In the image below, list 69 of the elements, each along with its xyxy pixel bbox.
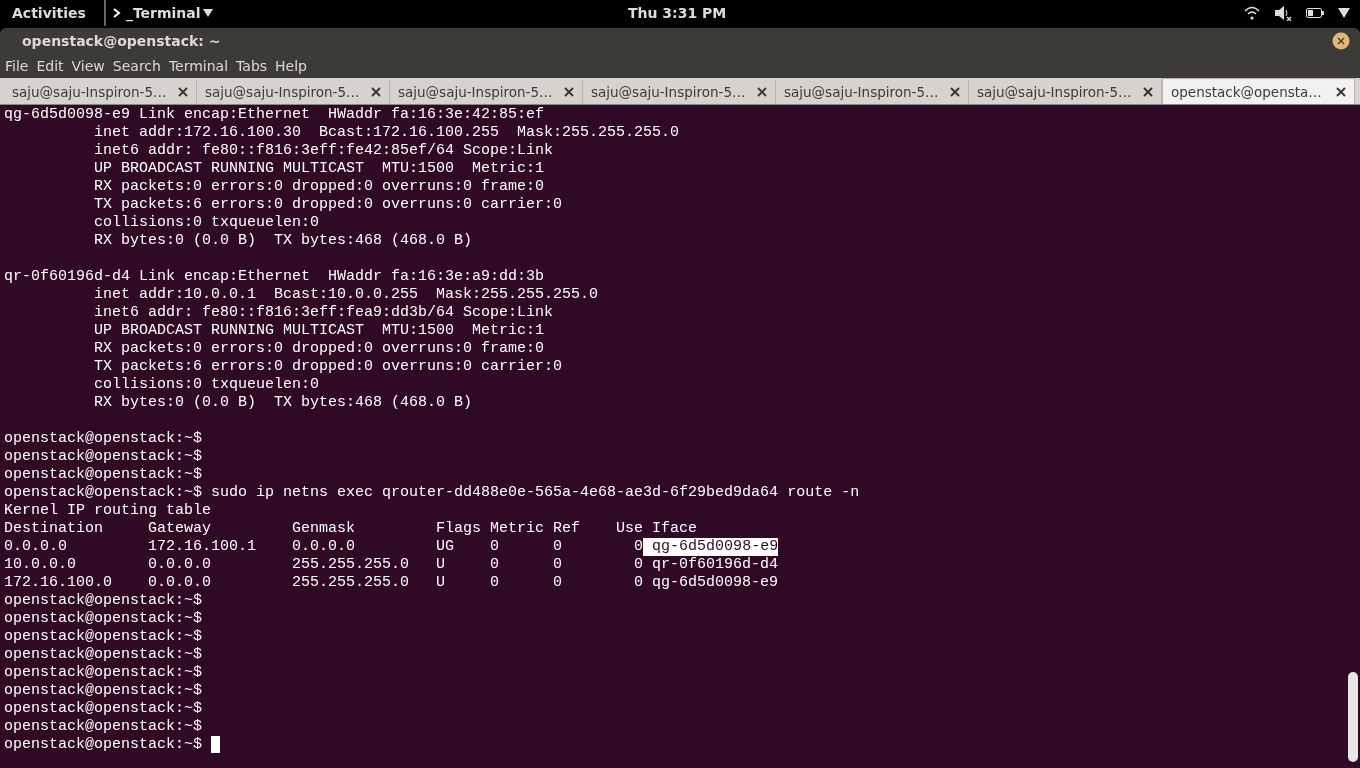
tab-label: saju@saju-Inspiron-5…: [205, 84, 360, 100]
terminal-line: TX packets:6 errors:0 dropped:0 overruns:0 carrier:0: [93, 358, 563, 376]
terminal-line: openstack@openstack:~$: [4, 448, 203, 466]
scrollbar-thumb[interactable]: [1348, 672, 1358, 762]
tab-label: saju@saju-Inspiron-5…: [977, 84, 1132, 100]
tab-label: saju@saju-Inspiron-5…: [398, 84, 553, 100]
terminal-line: inet6 addr: fe80::f816:3eff:fea9:dd3b/64 Scope:Link: [93, 304, 554, 322]
terminal-line: inet addr:10.0.0.1 Bcast:10.0.0.255 Mask:255.255.255.0: [93, 286, 599, 304]
caret-icon: [202, 9, 213, 17]
tab[interactable]: openstack@opensta…: [1162, 78, 1355, 104]
close-icon[interactable]: [757, 87, 767, 97]
terminal-line: 0.0.0.0 172.16.100.1 0.0.0.0 UG 0 0 0: [4, 538, 644, 556]
tab-label: openstack@opensta…: [1171, 83, 1322, 100]
terminal-line: TX packets:6 errors:0 dropped:0 overruns:0 carrier:0: [93, 196, 563, 214]
battery-icon[interactable]: [1306, 8, 1324, 18]
terminal-line: openstack@openstack:~$: [4, 430, 203, 448]
terminal-line: RX packets:0 errors:0 dropped:0 overruns:0 frame:0: [93, 340, 545, 358]
terminal-line: openstack@openstack:~$ sudo ip netns exec qrouter-dd488e0e-565a-4e68-ae3d-6f29bed9da64 route -n: [4, 484, 860, 502]
close-icon[interactable]: [1143, 87, 1153, 97]
terminal-line: openstack@openstack:~$: [4, 646, 203, 664]
terminal-line: Kernel IP routing table: [4, 502, 212, 520]
terminal-line: collisions:0 txqueuelen:0: [93, 214, 320, 232]
menu-item[interactable]: Terminal: [168, 58, 229, 74]
terminal-line: 10.0.0.0 0.0.0.0 255.255.255.0 U 0 0 0 qr-0f60196d-d4: [4, 556, 779, 574]
menu-item[interactable]: Tabs: [236, 58, 268, 74]
terminal-line: openstack@openstack:~$: [4, 718, 203, 736]
close-icon[interactable]: [1332, 32, 1350, 50]
terminal-line: openstack@openstack:~$: [4, 736, 204, 754]
terminal-line: qr-0f60196d-d4 Link encap:Ethernet HWaddr fa:16:3e:a9:dd:3b: [4, 268, 545, 286]
clock[interactable]: Thu 3:31 PM: [628, 5, 727, 21]
terminal-line: openstack@openstack:~$: [4, 682, 203, 700]
terminal-area[interactable]: [0, 104, 1360, 768]
terminal-line: UP BROADCAST RUNNING MULTICAST MTU:1500 Metric:1: [93, 160, 545, 178]
terminal-line: RX bytes:0 (0.0 B) TX bytes:468 (468.0 B): [93, 394, 473, 412]
activities-button[interactable]: Activities: [0, 5, 104, 21]
selected-text: qg-6d5d0098-e9: [643, 538, 779, 556]
terminal-line: openstack@openstack:~$: [4, 700, 203, 718]
terminal-line: openstack@openstack:~$: [4, 628, 203, 646]
terminal-line: UP BROADCAST RUNNING MULTICAST MTU:1500 Metric:1: [93, 322, 545, 340]
tab-label: saju@saju-Inspiron-5…: [12, 84, 167, 100]
caret-icon[interactable]: [1338, 8, 1350, 18]
wifi-icon[interactable]: [1244, 6, 1260, 20]
close-icon[interactable]: [950, 87, 960, 97]
menu-item[interactable]: View: [71, 58, 105, 74]
terminal-line: openstack@openstack:~$: [4, 592, 203, 610]
menu-item[interactable]: File: [5, 58, 29, 74]
close-icon[interactable]: [371, 87, 381, 97]
tab-label: saju@saju-Inspiron-5…: [591, 84, 746, 100]
menu-item[interactable]: Search: [112, 58, 161, 74]
terminal-line: 172.16.100.0 0.0.0.0 255.255.255.0 U 0 0 0 qg-6d5d0098-e9: [4, 574, 779, 592]
menu-item[interactable]: Edit: [36, 58, 64, 74]
terminal-line: openstack@openstack:~$: [4, 610, 203, 628]
terminal-line: openstack@openstack:~$: [4, 466, 203, 484]
menu-item[interactable]: Help: [275, 58, 307, 74]
window-title: openstack@openstack: ~: [22, 33, 221, 49]
close-icon[interactable]: [1336, 86, 1346, 97]
close-icon[interactable]: [564, 87, 574, 97]
tab-label: saju@saju-Inspiron-5…: [784, 84, 939, 100]
terminal-line: qg-6d5d0098-e9 Link encap:Ethernet HWaddr fa:16:3e:42:85:ef: [4, 106, 545, 124]
terminal-line: Destination Gateway Genmask Flags Metric Ref Use Iface: [4, 520, 698, 538]
terminal-line: RX bytes:0 (0.0 B) TX bytes:468 (468.0 B): [93, 232, 473, 250]
speaker-icon[interactable]: [1274, 5, 1292, 21]
close-icon[interactable]: [178, 87, 188, 97]
terminal-line: RX packets:0 errors:0 dropped:0 overruns:0 frame:0: [93, 178, 545, 196]
terminal-line: inet6 addr: fe80::f816:3eff:fe42:85ef/64 Scope:Link: [93, 142, 554, 160]
app-menu[interactable]: _Terminal: [103, 0, 221, 26]
terminal-line: collisions:0 txqueuelen:0: [93, 376, 320, 394]
terminal-line: openstack@openstack:~$: [4, 664, 203, 682]
terminal-line: inet addr:172.16.100.30 Bcast:172.16.100.255 Mask:255.255.255.0: [93, 124, 680, 142]
